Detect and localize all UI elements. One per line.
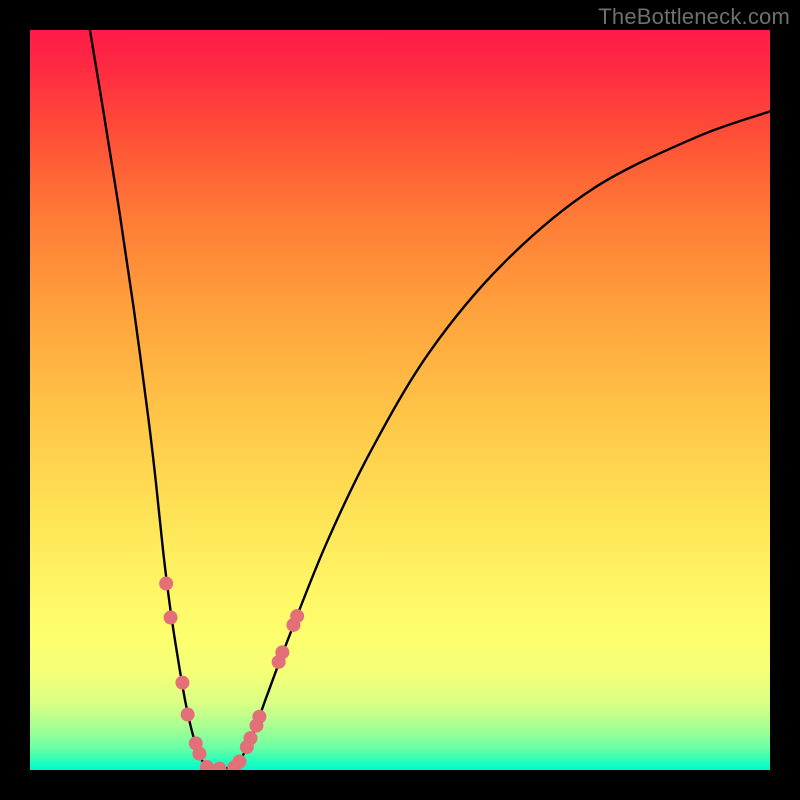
chart-svg	[30, 30, 770, 770]
marker-dot	[232, 754, 246, 768]
outer-frame: TheBottleneck.com	[0, 0, 800, 800]
marker-dot	[175, 676, 189, 690]
marker-dot	[244, 731, 258, 745]
plot-area	[30, 30, 770, 770]
marker-dot	[192, 747, 206, 761]
marker-dot	[164, 611, 178, 625]
marker-dot	[212, 762, 226, 770]
marker-dot	[159, 577, 173, 591]
marker-dot	[275, 645, 289, 659]
bottleneck-curve	[90, 30, 770, 769]
watermark-text: TheBottleneck.com	[598, 4, 790, 30]
curve-group	[90, 30, 770, 769]
marker-dot	[181, 708, 195, 722]
marker-dot	[290, 609, 304, 623]
marker-dot	[252, 710, 266, 724]
